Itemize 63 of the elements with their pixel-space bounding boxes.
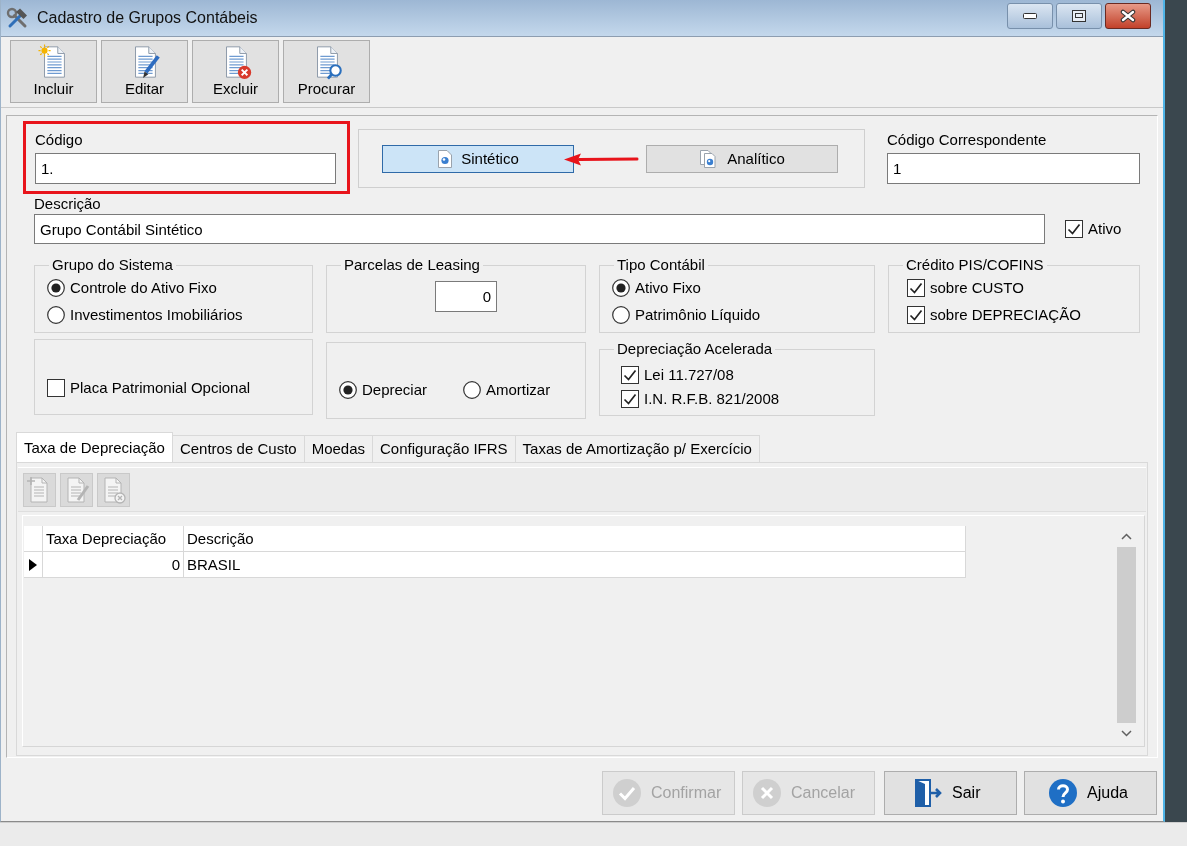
- tab[interactable]: Taxas de Amortização p/ Exercício: [514, 435, 760, 462]
- radio-button[interactable]: [612, 279, 630, 297]
- check-circle-icon: [612, 778, 642, 808]
- close-button[interactable]: [1105, 3, 1151, 29]
- toggle-button[interactable]: Analítico: [646, 144, 838, 173]
- radio-button[interactable]: [47, 306, 65, 324]
- column-header: Descrição: [184, 526, 966, 552]
- table-cell: 0: [43, 552, 184, 578]
- radio-label: Investimentos Imobiliários: [70, 306, 243, 324]
- table-cell: BRASIL: [184, 552, 966, 578]
- maximize-button[interactable]: [1056, 3, 1102, 29]
- radio-label: Ativo Fixo: [635, 279, 701, 297]
- group-title: Tipo Contábil: [616, 256, 706, 274]
- window-title: Cadastro de Grupos Contábeis: [37, 9, 258, 27]
- tab[interactable]: Taxa de Depreciação: [16, 432, 173, 462]
- text-field[interactable]: 1.: [35, 153, 336, 184]
- cancel-circle-icon: [752, 778, 782, 808]
- checkbox-label: Ativo: [1088, 220, 1122, 238]
- checkbox[interactable]: [47, 379, 65, 397]
- group-title: Depreciação Acelerada: [616, 340, 774, 358]
- help-icon: [1048, 778, 1078, 808]
- minimize-button[interactable]: [1007, 3, 1053, 29]
- tools-icon: [6, 7, 28, 29]
- exit-door-icon: [913, 778, 943, 808]
- toggle-button[interactable]: Sintético: [382, 144, 574, 173]
- radio-label: Amortizar: [486, 381, 551, 399]
- radio-button[interactable]: [47, 279, 65, 297]
- checkbox-label: sobre CUSTO: [930, 279, 1024, 297]
- radio-button[interactable]: [339, 381, 357, 399]
- toolbar-button[interactable]: Editar: [101, 40, 188, 103]
- checkbox[interactable]: [1065, 220, 1083, 238]
- radio-button[interactable]: [463, 381, 482, 399]
- checkbox[interactable]: [907, 279, 925, 297]
- radio-button[interactable]: [612, 306, 630, 324]
- field-label: Código Correspondente: [887, 131, 1048, 149]
- group-title: Grupo do Sistema: [51, 256, 174, 274]
- document-icon: [437, 148, 454, 169]
- help-button[interactable]: Ajuda: [1024, 771, 1157, 815]
- checkbox[interactable]: [621, 366, 639, 384]
- radio-label: Patrimônio Líquido: [635, 306, 761, 324]
- exit-button[interactable]: Sair: [884, 771, 1017, 815]
- field-label: Código: [35, 131, 84, 149]
- minimize-icon: [1023, 13, 1037, 19]
- field-label: Descrição: [34, 195, 102, 213]
- text-field[interactable]: 1: [887, 153, 1140, 184]
- checkbox[interactable]: [907, 306, 925, 324]
- column-header: Taxa Depreciação: [43, 526, 184, 552]
- text-field[interactable]: Grupo Contábil Sintético: [34, 214, 1045, 244]
- text-field[interactable]: 0: [435, 281, 497, 312]
- close-icon: [1119, 9, 1137, 23]
- checkbox-label: Lei 11.727/08: [644, 366, 734, 384]
- maximize-icon: [1072, 10, 1086, 22]
- group-title: Crédito PIS/COFINS: [905, 256, 1045, 274]
- checkbox-label: I.N. R.F.B. 821/2008: [644, 390, 780, 408]
- toolbar-button[interactable]: Procurar: [283, 40, 370, 103]
- checkbox[interactable]: [621, 390, 639, 408]
- checkbox-label: Placa Patrimonial Opcional: [70, 379, 251, 397]
- toolbar-button[interactable]: Incluir: [10, 40, 97, 103]
- radio-label: Depreciar: [362, 381, 428, 399]
- group-title: Parcelas de Leasing: [343, 256, 481, 274]
- toolbar-button[interactable]: Excluir: [192, 40, 279, 103]
- radio-label: Controle do Ativo Fixo: [70, 279, 217, 297]
- checkbox-label: sobre DEPRECIAÇÃO: [930, 306, 1081, 324]
